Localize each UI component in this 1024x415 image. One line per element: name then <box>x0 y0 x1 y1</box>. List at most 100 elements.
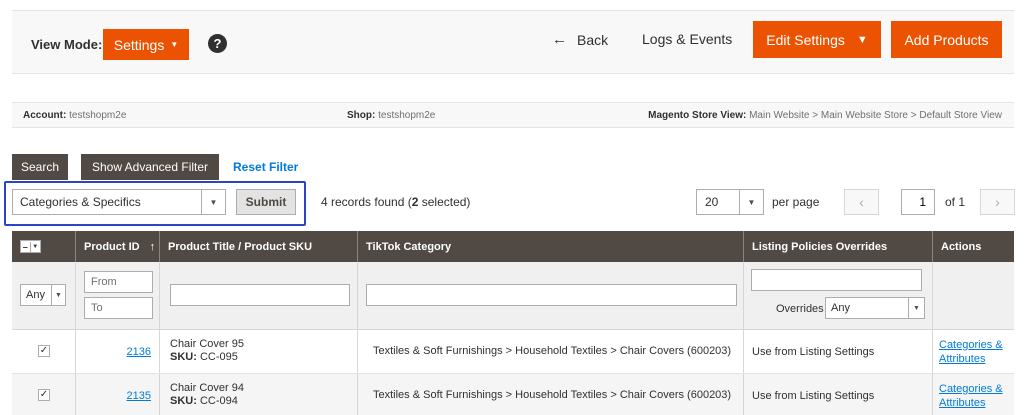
show-advanced-filter-button[interactable]: Show Advanced Filter <box>81 154 219 180</box>
product-title-block: Chair Cover 94 SKU: CC-094 <box>170 382 244 408</box>
column-actions: Actions <box>941 240 982 253</box>
next-page-button[interactable]: › <box>980 189 1015 215</box>
mass-action-select[interactable]: Categories & Specifics ▼ <box>12 189 226 215</box>
records-count: 4 records found (2 selected) <box>321 195 470 209</box>
product-id-cell: 2136 <box>76 330 160 373</box>
row-checkbox[interactable]: ✓ <box>38 345 50 357</box>
back-button[interactable]: ← Back <box>552 31 608 48</box>
filter-cell-category <box>358 262 744 329</box>
category-cell: Textiles & Soft Furnishings > Household … <box>358 330 744 373</box>
store-view-info: Magento Store View: Main Website > Main … <box>648 110 1002 121</box>
categories-attributes-link[interactable]: Categories & Attributes <box>939 382 1013 410</box>
edit-settings-button[interactable]: Edit Settings ▼ <box>753 21 881 58</box>
product-id-cell: 2135 <box>76 374 160 415</box>
listing-policy-text: Use from Listing Settings <box>752 346 875 358</box>
edit-settings-label: Edit Settings <box>766 31 845 48</box>
caret-down-icon: ▼ <box>856 33 868 46</box>
column-listing-policies[interactable]: Listing Policies Overrides <box>744 231 933 262</box>
per-page-value: 20 <box>705 195 719 209</box>
action-line-1: Categories & <box>939 383 1003 395</box>
mass-action-value: Categories & Specifics <box>20 195 141 209</box>
grid-filter-row: Any ▼ From To Overrides Any ▼ <box>12 262 1014 330</box>
product-id-link[interactable]: 2135 <box>127 390 151 402</box>
actions-cell: Categories & Attributes <box>933 374 1014 415</box>
caret-down-icon: ▼ <box>739 190 763 214</box>
page-header: View Mode: Settings ▼ ? ← Back Logs & Ev… <box>12 10 1014 74</box>
account-info: Account: testshopm2e <box>23 110 126 121</box>
help-icon[interactable]: ? <box>208 34 227 53</box>
overrides-value: Any <box>831 302 850 314</box>
search-button[interactable]: Search <box>12 154 68 180</box>
row-checkbox[interactable]: ✓ <box>38 389 50 401</box>
table-row: ✓ 2135 Chair Cover 94 SKU: CC-094 Textil… <box>12 374 1014 415</box>
store-view-key: Magento Store View: <box>648 110 747 121</box>
caret-down-icon: ▼ <box>908 298 924 318</box>
categories-attributes-link[interactable]: Categories & Attributes <box>939 338 1013 366</box>
tiktok-category-text: Textiles & Soft Furnishings > Household … <box>373 389 732 401</box>
overrides-label: Overrides <box>776 303 824 315</box>
store-view-value: Main Website > Main Website Store > Defa… <box>749 110 1002 121</box>
product-sku: SKU: CC-094 <box>170 395 244 408</box>
table-row: ✓ 2136 Chair Cover 95 SKU: CC-095 Textil… <box>12 330 1014 374</box>
shop-value: testshopm2e <box>378 110 436 121</box>
product-sku: SKU: CC-095 <box>170 351 244 364</box>
view-mode-value: Settings <box>113 36 165 53</box>
filter-cell-title <box>160 262 358 329</box>
action-line-2: Attributes <box>939 353 986 365</box>
category-cell: Textiles & Soft Furnishings > Household … <box>358 374 744 415</box>
policy-cell: Use from Listing Settings <box>744 374 933 415</box>
shop-key: Shop: <box>347 110 376 121</box>
listing-policy-text: Use from Listing Settings <box>752 390 875 402</box>
page-of-label: of 1 <box>945 195 966 209</box>
back-label: Back <box>577 31 609 48</box>
product-title: Chair Cover 94 <box>170 382 244 394</box>
caret-down-icon: ▼ <box>51 285 65 305</box>
policies-filter-input[interactable] <box>751 269 922 291</box>
column-product-id[interactable]: Product ID ↑ <box>76 231 160 262</box>
row-select-cell: ✓ <box>12 330 76 373</box>
column-title-sku[interactable]: Product Title / Product SKU <box>160 231 358 262</box>
product-title: Chair Cover 95 <box>170 338 244 350</box>
view-mode-settings-button[interactable]: Settings ▼ <box>103 29 189 60</box>
sku-value: CC-094 <box>199 395 238 407</box>
filter-cell-select: Any ▼ <box>12 262 76 329</box>
any-select[interactable]: Any ▼ <box>20 284 66 306</box>
previous-page-button[interactable]: ‹ <box>844 189 879 215</box>
title-filter-input[interactable] <box>170 284 350 306</box>
overrides-select[interactable]: Any ▼ <box>825 297 925 319</box>
product-id-to-input[interactable]: To <box>84 297 153 319</box>
row-select-cell: ✓ <box>12 374 76 415</box>
submit-button[interactable]: Submit <box>236 189 296 215</box>
column-tiktok-category[interactable]: TikTok Category <box>358 231 744 262</box>
arrow-left-icon: ← <box>552 31 567 48</box>
grid-header: – ▼ Product ID ↑ Product Title / Product … <box>12 231 1014 262</box>
per-page-label: per page <box>772 195 820 209</box>
filter-cell-actions <box>933 262 1014 329</box>
sku-value: CC-095 <box>199 351 238 363</box>
logs-events-button[interactable]: Logs & Events <box>642 31 732 47</box>
sort-arrow-up-icon: ↑ <box>149 240 156 253</box>
records-suffix: selected) <box>418 195 471 209</box>
product-id-from-input[interactable]: From <box>84 271 153 293</box>
product-title-block: Chair Cover 95 SKU: CC-095 <box>170 338 244 364</box>
per-page-select[interactable]: 20 ▼ <box>696 189 764 215</box>
account-key: Account: <box>23 110 67 121</box>
sku-label: SKU: <box>170 395 197 407</box>
view-mode-label: View Mode: <box>31 37 103 52</box>
sku-label: SKU: <box>170 351 197 363</box>
mass-select-dropdown[interactable]: – ▼ <box>20 240 41 253</box>
mass-select-column: – ▼ <box>12 231 76 262</box>
product-id-header: Product ID <box>84 240 140 253</box>
reset-filter-link[interactable]: Reset Filter <box>233 160 298 174</box>
product-id-link[interactable]: 2136 <box>127 346 151 358</box>
caret-down-icon: ▼ <box>170 40 179 49</box>
policy-cell: Use from Listing Settings <box>744 330 933 373</box>
title-sku-cell: Chair Cover 94 SKU: CC-094 <box>160 374 358 415</box>
category-filter-input[interactable] <box>366 284 737 306</box>
actions-cell: Categories & Attributes <box>933 330 1014 373</box>
current-page-input[interactable] <box>901 189 935 215</box>
action-line-2: Attributes <box>939 397 986 409</box>
action-line-1: Categories & <box>939 339 1003 351</box>
tiktok-category-text: Textiles & Soft Furnishings > Household … <box>373 345 732 357</box>
add-products-button[interactable]: Add Products <box>891 21 1002 58</box>
